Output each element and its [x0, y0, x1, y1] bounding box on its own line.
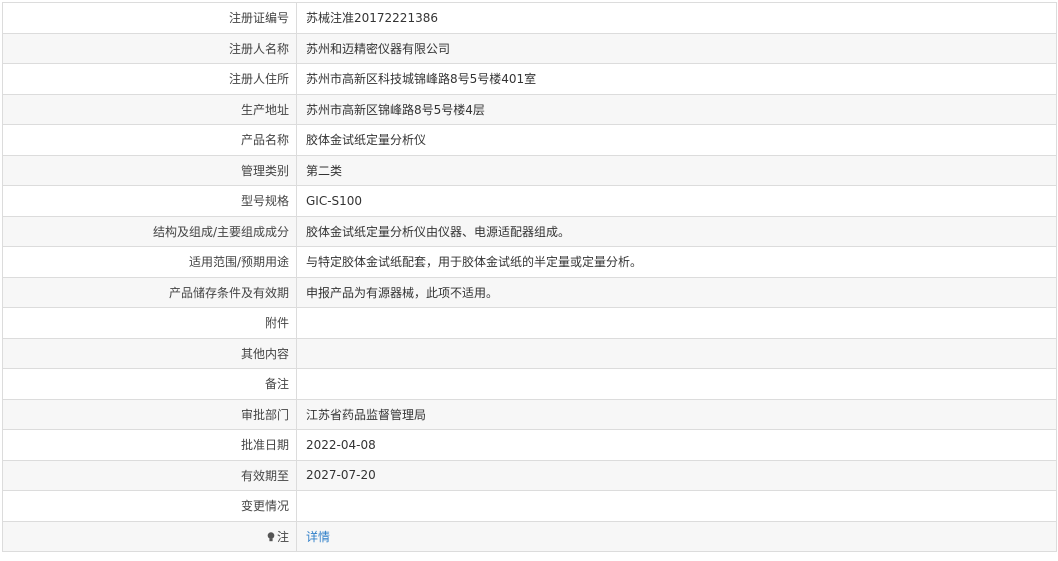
row-registrant-name: 注册人名称 苏州和迈精密仪器有限公司 [2, 32, 1057, 64]
field-label: 备注 [2, 368, 297, 400]
field-label: 生产地址 [2, 93, 297, 125]
details-link[interactable]: 详情 [306, 530, 330, 544]
field-value: 申报产品为有源器械，此项不适用。 [296, 276, 1057, 308]
row-remarks: 备注 [2, 368, 1057, 400]
field-label: 适用范围/预期用途 [2, 246, 297, 278]
field-value: GIC-S100 [296, 185, 1057, 217]
row-product-name: 产品名称 胶体金试纸定量分析仪 [2, 124, 1057, 156]
note-value-cell: 详情 [296, 520, 1057, 552]
field-value: 胶体金试纸定量分析仪 [296, 124, 1057, 156]
detail-table-body: 注册证编号 苏械注准20172221386 注册人名称 苏州和迈精密仪器有限公司… [2, 2, 1057, 552]
field-value: 苏州和迈精密仪器有限公司 [296, 32, 1057, 64]
field-value: 苏械注准20172221386 [296, 2, 1057, 34]
field-value: 与特定胶体金试纸配套，用于胶体金试纸的半定量或定量分析。 [296, 246, 1057, 278]
row-registration-number: 注册证编号 苏械注准20172221386 [2, 2, 1057, 34]
field-value: 2022-04-08 [296, 429, 1057, 461]
row-storage-validity: 产品储存条件及有效期 申报产品为有源器械，此项不适用。 [2, 276, 1057, 308]
row-approval-date: 批准日期 2022-04-08 [2, 429, 1057, 461]
note-label: 注 [276, 529, 289, 544]
row-change-history: 变更情况 [2, 490, 1057, 522]
field-value: 苏州市高新区科技城锦峰路8号5号楼401室 [296, 63, 1057, 95]
field-label: 注册证编号 [2, 2, 297, 34]
row-valid-until: 有效期至 2027-07-20 [2, 459, 1057, 491]
field-label: 附件 [2, 307, 297, 339]
row-intended-use: 适用范围/预期用途 与特定胶体金试纸配套，用于胶体金试纸的半定量或定量分析。 [2, 246, 1057, 278]
row-model-spec: 型号规格 GIC-S100 [2, 185, 1057, 217]
field-value [296, 307, 1057, 339]
field-value: 苏州市高新区锦峰路8号5号楼4层 [296, 93, 1057, 125]
row-note: 注 详情 [2, 520, 1057, 552]
field-label: 批准日期 [2, 429, 297, 461]
row-approval-department: 审批部门 江苏省药品监督管理局 [2, 398, 1057, 430]
field-label: 产品储存条件及有效期 [2, 276, 297, 308]
field-value [296, 490, 1057, 522]
field-label: 结构及组成/主要组成成分 [2, 215, 297, 247]
field-label: 审批部门 [2, 398, 297, 430]
field-value: 2027-07-20 [296, 459, 1057, 491]
field-label: 变更情况 [2, 490, 297, 522]
field-label: 有效期至 [2, 459, 297, 491]
note-label-cell: 注 [2, 520, 297, 552]
row-management-category: 管理类别 第二类 [2, 154, 1057, 186]
field-label: 注册人住所 [2, 63, 297, 95]
field-label: 管理类别 [2, 154, 297, 186]
field-label: 注册人名称 [2, 32, 297, 64]
row-structure-composition: 结构及组成/主要组成成分 胶体金试纸定量分析仪由仪器、电源适配器组成。 [2, 215, 1057, 247]
field-value: 第二类 [296, 154, 1057, 186]
field-label: 其他内容 [2, 337, 297, 369]
field-label: 型号规格 [2, 185, 297, 217]
row-registrant-address: 注册人住所 苏州市高新区科技城锦峰路8号5号楼401室 [2, 63, 1057, 95]
field-value [296, 368, 1057, 400]
field-value [296, 337, 1057, 369]
field-value: 胶体金试纸定量分析仪由仪器、电源适配器组成。 [296, 215, 1057, 247]
lightbulb-icon [267, 532, 275, 541]
row-production-address: 生产地址 苏州市高新区锦峰路8号5号楼4层 [2, 93, 1057, 125]
row-attachment: 附件 [2, 307, 1057, 339]
field-value: 江苏省药品监督管理局 [296, 398, 1057, 430]
registration-detail-table: 注册证编号 苏械注准20172221386 注册人名称 苏州和迈精密仪器有限公司… [2, 2, 1057, 552]
field-label: 产品名称 [2, 124, 297, 156]
row-other-content: 其他内容 [2, 337, 1057, 369]
